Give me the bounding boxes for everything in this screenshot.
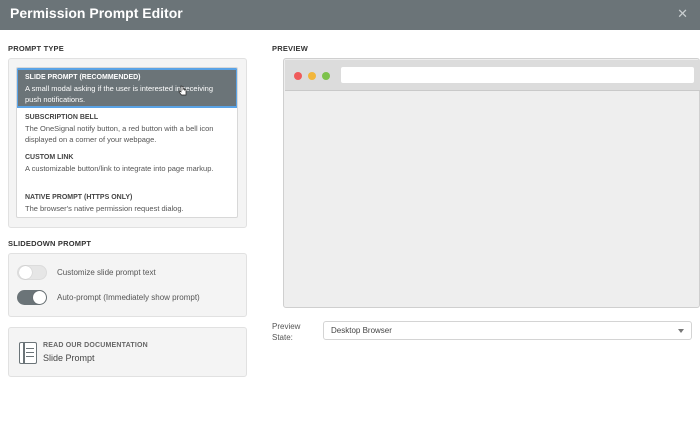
preview-state-label: Preview State: — [272, 322, 301, 342]
pointer-cursor-icon — [178, 85, 187, 96]
prompt-option-native[interactable]: NATIVE PROMPT (HTTPS ONLY) The browser's… — [17, 193, 237, 214]
close-icon[interactable]: ✕ — [677, 6, 688, 22]
documentation-card[interactable] — [8, 327, 247, 377]
chevron-down-icon — [678, 329, 684, 333]
preview-state-select[interactable]: Desktop Browser — [323, 321, 692, 340]
prompt-option-desc: A small modal asking if the user is inte… — [25, 84, 214, 104]
prompt-option-bell[interactable]: SUBSCRIPTION BELL The OneSignal notify b… — [17, 113, 237, 145]
preview-url-bar — [341, 67, 694, 83]
slidedown-card — [8, 253, 247, 317]
prompt-option-name: CUSTOM LINK — [25, 154, 74, 161]
prompt-option-name: NATIVE PROMPT (HTTPS ONLY) — [25, 194, 133, 201]
prompt-option-desc: The browser's native permission request … — [25, 204, 184, 213]
preview-heading: PREVIEW — [272, 44, 308, 53]
window-minimize-dot-icon — [308, 72, 316, 80]
book-icon — [19, 342, 37, 364]
toggle-knob — [19, 266, 32, 279]
prompt-option-desc: A customizable button/link to integrate … — [25, 164, 214, 173]
customize-text-toggle[interactable] — [17, 265, 47, 280]
book-line — [26, 352, 34, 353]
customize-text-label: Customize slide prompt text — [57, 268, 156, 277]
slidedown-heading: SLIDEDOWN PROMPT — [8, 239, 92, 248]
preview-state-value: Desktop Browser — [331, 326, 392, 335]
prompt-option-name: SLIDE PROMPT (RECOMMENDED) — [25, 74, 141, 81]
prompt-type-heading: PROMPT TYPE — [8, 44, 64, 53]
prompt-option-slide[interactable]: SLIDE PROMPT (RECOMMENDED) A small modal… — [17, 68, 237, 108]
documentation-link[interactable]: Slide Prompt — [43, 353, 95, 363]
auto-prompt-toggle[interactable] — [17, 290, 47, 305]
window-title: Permission Prompt Editor — [10, 5, 183, 21]
window-close-dot-icon — [294, 72, 302, 80]
prompt-option-name: SUBSCRIPTION BELL — [25, 114, 99, 121]
prompt-option-desc: The OneSignal notify button, a red butto… — [25, 124, 214, 144]
documentation-kicker: READ OUR DOCUMENTATION — [43, 342, 148, 349]
book-line — [26, 356, 34, 357]
prompt-option-custom-link[interactable]: CUSTOM LINK A customizable button/link t… — [17, 153, 237, 174]
prompt-type-list: SLIDE PROMPT (RECOMMENDED) A small modal… — [16, 67, 238, 218]
window-maximize-dot-icon — [322, 72, 330, 80]
preview-frame — [283, 58, 700, 308]
book-line — [26, 348, 34, 349]
book-spine — [23, 343, 25, 363]
toggle-knob — [33, 291, 46, 304]
title-bar: Permission Prompt Editor ✕ — [0, 0, 700, 30]
auto-prompt-label: Auto-prompt (Immediately show prompt) — [57, 293, 200, 302]
